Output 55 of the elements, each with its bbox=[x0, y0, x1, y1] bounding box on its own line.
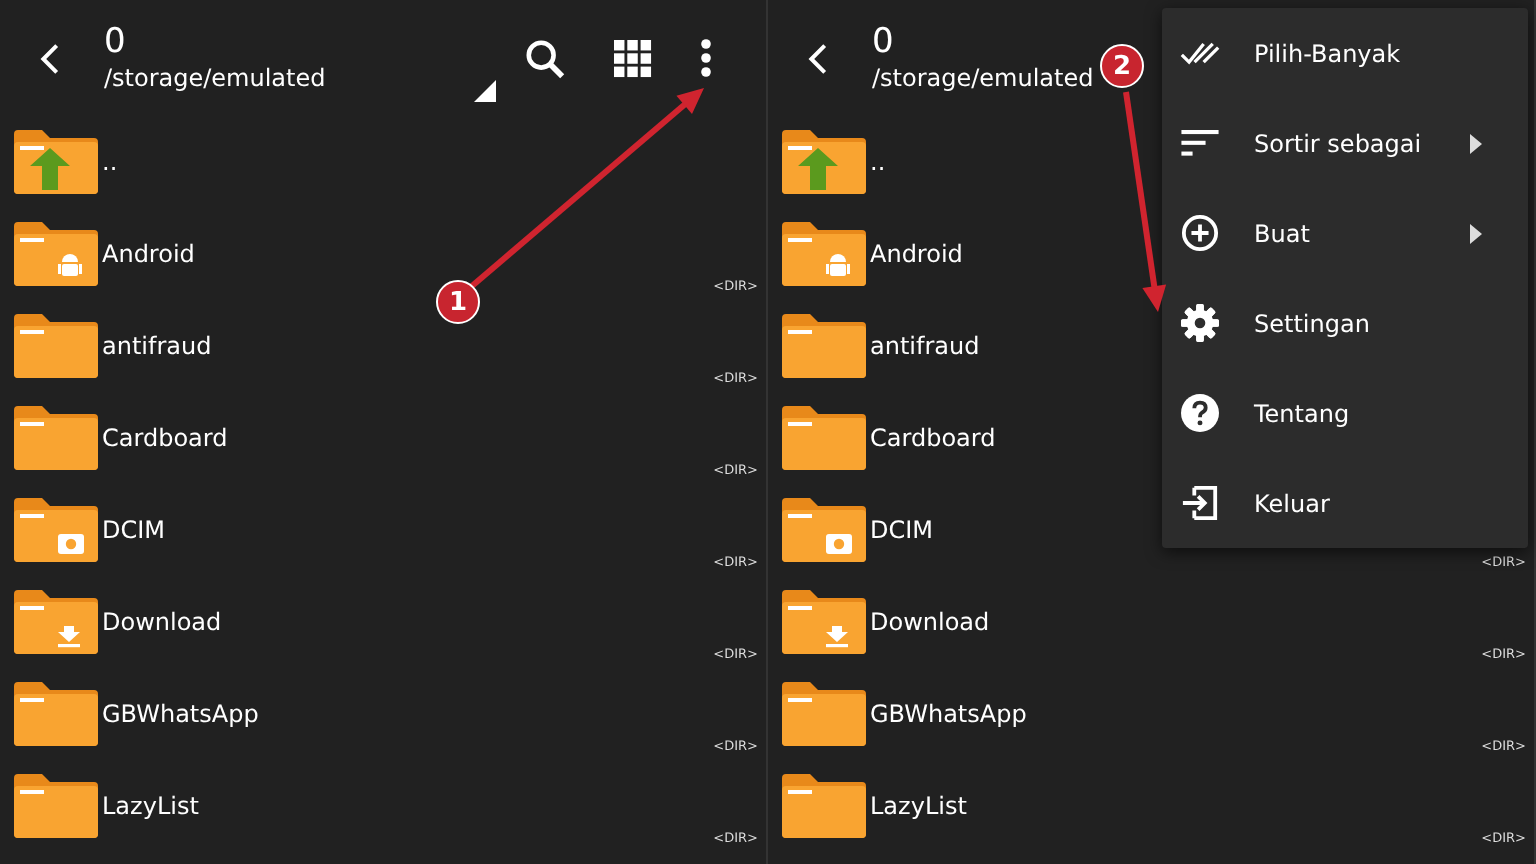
menu-item[interactable]: Keluar bbox=[1254, 489, 1330, 517]
folder-icon[interactable] bbox=[782, 314, 866, 378]
menu-item[interactable]: Pilih-Banyak bbox=[1254, 39, 1401, 67]
folder-path: /storage/emulated bbox=[104, 62, 326, 94]
folder-icon[interactable] bbox=[14, 406, 98, 470]
folder-icon[interactable] bbox=[14, 314, 98, 378]
folder-icon[interactable] bbox=[14, 590, 98, 654]
back-icon[interactable] bbox=[40, 41, 60, 75]
file-name[interactable]: LazyList bbox=[102, 792, 199, 820]
help-icon bbox=[1180, 394, 1220, 432]
folder-icon[interactable] bbox=[782, 222, 866, 286]
folder-icon[interactable] bbox=[14, 498, 98, 562]
settings-icon bbox=[1180, 304, 1220, 342]
file-name[interactable]: .. bbox=[102, 148, 118, 176]
file-name[interactable]: Download bbox=[102, 608, 222, 636]
folder-icon[interactable] bbox=[782, 590, 866, 654]
folder-icon[interactable] bbox=[782, 406, 866, 470]
parent-folder-icon[interactable] bbox=[14, 130, 98, 194]
step-number: 1 bbox=[436, 280, 480, 324]
file-name[interactable]: GBWhatsApp bbox=[102, 700, 259, 728]
grid-icon[interactable] bbox=[614, 39, 652, 77]
double-check-icon bbox=[1180, 40, 1220, 66]
folder-icon[interactable] bbox=[782, 498, 866, 562]
file-name[interactable]: Android bbox=[870, 240, 963, 268]
menu-item[interactable]: Sortir sebagai bbox=[1254, 129, 1422, 157]
file-name[interactable]: LazyList bbox=[870, 792, 967, 820]
folder-icon[interactable] bbox=[14, 682, 98, 746]
file-name[interactable]: Cardboard bbox=[870, 424, 996, 452]
menu-item[interactable]: Buat bbox=[1254, 219, 1310, 247]
file-name[interactable]: DCIM bbox=[102, 516, 166, 544]
folder-path: /storage/emulated bbox=[872, 62, 1094, 94]
folder-icon[interactable] bbox=[14, 222, 98, 286]
file-name[interactable]: GBWhatsApp bbox=[870, 700, 1027, 728]
file-name[interactable]: Cardboard bbox=[102, 424, 228, 452]
menu-item[interactable]: Settingan bbox=[1254, 309, 1370, 337]
folder-title: 0 bbox=[104, 22, 128, 62]
folder-icon[interactable] bbox=[782, 774, 866, 838]
exit-icon bbox=[1180, 484, 1220, 522]
plus-circle-icon bbox=[1180, 214, 1220, 252]
step-number: 2 bbox=[1100, 44, 1144, 88]
folder-title: 0 bbox=[872, 22, 896, 62]
menu-item[interactable]: Tentang bbox=[1254, 399, 1350, 427]
file-name[interactable]: antifraud bbox=[870, 332, 980, 360]
file-name[interactable]: Download bbox=[870, 608, 990, 636]
file-name[interactable]: DCIM bbox=[870, 516, 934, 544]
file-name[interactable]: .. bbox=[870, 148, 886, 176]
search-icon[interactable] bbox=[524, 37, 566, 79]
more-icon[interactable] bbox=[700, 38, 712, 78]
folder-icon[interactable] bbox=[782, 682, 866, 746]
file-name[interactable]: Android bbox=[102, 240, 195, 268]
parent-folder-icon[interactable] bbox=[782, 130, 866, 194]
folder-icon[interactable] bbox=[14, 774, 98, 838]
sort-icon bbox=[1180, 130, 1220, 156]
file-name[interactable]: antifraud bbox=[102, 332, 212, 360]
back-icon[interactable] bbox=[808, 41, 828, 75]
